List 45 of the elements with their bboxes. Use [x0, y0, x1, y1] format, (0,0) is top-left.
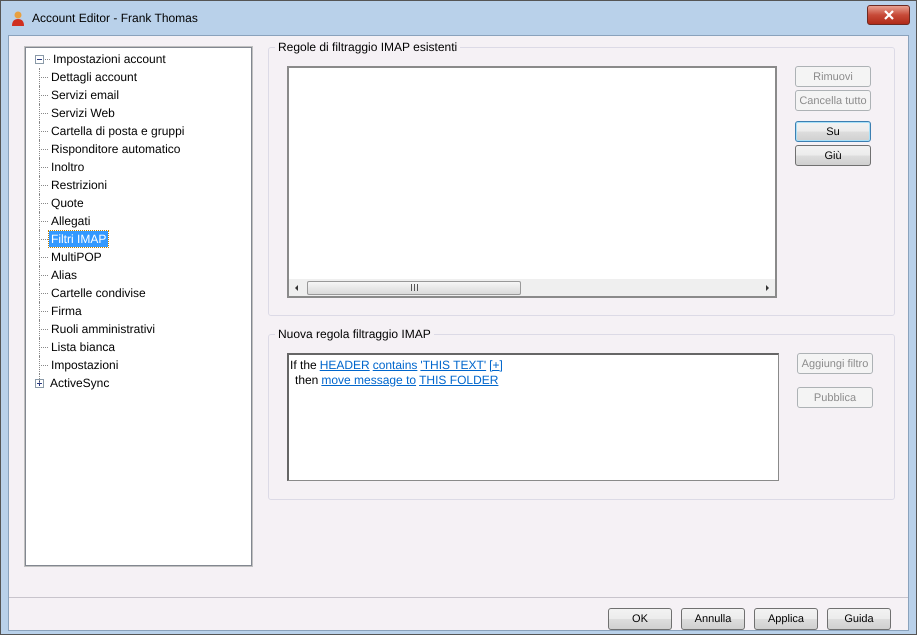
- tree-item[interactable]: Alias: [49, 267, 80, 283]
- rule-link[interactable]: HEADER: [320, 358, 370, 372]
- tree-item[interactable]: Quote: [49, 195, 86, 211]
- window-title: Account Editor - Frank Thomas: [32, 11, 198, 25]
- tree-item[interactable]: Inoltro: [49, 159, 86, 175]
- tree-item[interactable]: Servizi email: [49, 87, 122, 103]
- tree-item[interactable]: Impostazioni: [49, 357, 120, 373]
- action-button[interactable]: Su: [795, 121, 871, 142]
- tree-item[interactable]: Firma: [49, 303, 84, 319]
- scroll-thumb[interactable]: [307, 280, 521, 294]
- expand-icon[interactable]: [35, 378, 44, 388]
- dialog-button[interactable]: OK: [608, 608, 672, 630]
- tree-item[interactable]: Risponditore automatico: [49, 141, 182, 157]
- tree-item[interactable]: MultiPOP: [49, 249, 104, 265]
- rule-link[interactable]: contains: [372, 358, 418, 372]
- tree-item[interactable]: Ruoli amministrativi: [49, 321, 158, 337]
- tree-item[interactable]: Dettagli account: [49, 69, 140, 85]
- dialog-button[interactable]: Applica: [754, 608, 818, 630]
- horizontal-scrollbar[interactable]: [289, 279, 775, 296]
- rule-link[interactable]: move message to: [321, 372, 416, 386]
- tree-item[interactable]: ActiveSync: [48, 375, 112, 391]
- person-icon: [10, 10, 26, 26]
- tree-item[interactable]: Impostazioni account: [51, 51, 168, 67]
- dialog-button[interactable]: Guida: [827, 608, 891, 630]
- rule-link[interactable]: [+]: [489, 358, 503, 372]
- tree-item[interactable]: Servizi Web: [49, 105, 117, 121]
- close-icon: [882, 10, 894, 20]
- group-title: Nuova regola filtraggio IMAP: [275, 327, 434, 341]
- scroll-right-icon[interactable]: [763, 284, 771, 292]
- rule-editor[interactable]: If the HEADER contains 'THIS TEXT' [+] then move message to THIS FOLDER: [287, 353, 779, 481]
- tree-item[interactable]: Restrizioni: [49, 177, 110, 193]
- tree-item[interactable]: Cartella di posta e gruppi: [49, 123, 186, 139]
- tree-item[interactable]: Cartelle condivise: [49, 285, 148, 301]
- rule-text: If the: [290, 358, 317, 372]
- scroll-left-icon[interactable]: [293, 284, 301, 292]
- tree-item[interactable]: Allegati: [49, 213, 92, 229]
- rule-link[interactable]: THIS FOLDER: [419, 372, 498, 386]
- close-button[interactable]: [867, 5, 910, 25]
- tree-item[interactable]: Lista bianca: [49, 339, 118, 355]
- rule-text: then: [295, 372, 318, 386]
- dialog-button[interactable]: Annulla: [681, 608, 745, 630]
- action-button[interactable]: Giù: [795, 145, 871, 166]
- rule-link[interactable]: 'THIS TEXT': [420, 358, 486, 372]
- group-title: Regole di filtraggio IMAP esistenti: [275, 40, 460, 54]
- collapse-icon[interactable]: [35, 54, 44, 64]
